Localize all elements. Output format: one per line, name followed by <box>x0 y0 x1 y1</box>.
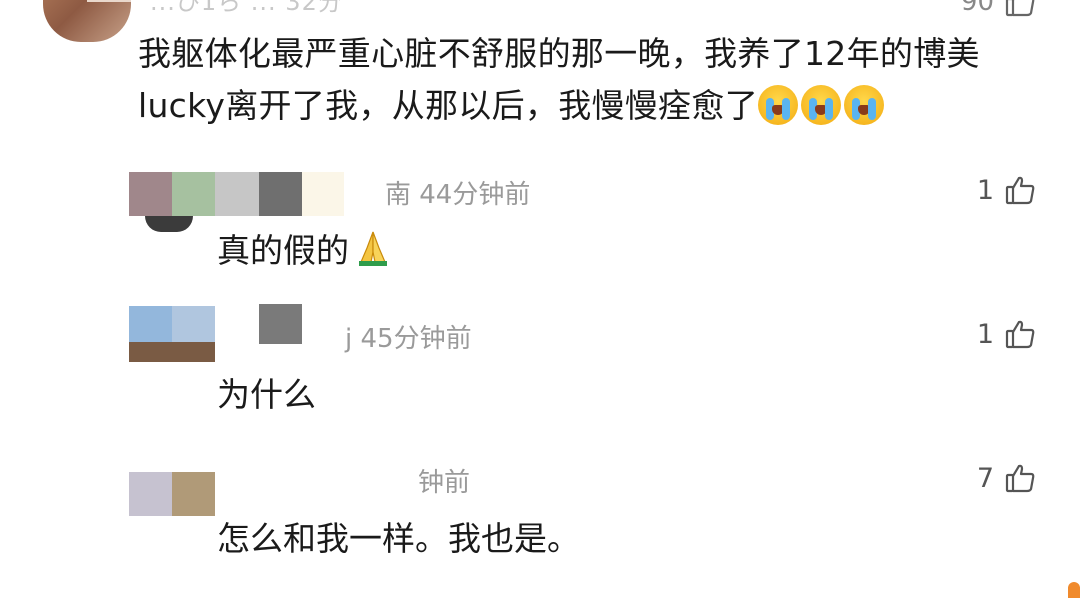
avatar[interactable] <box>43 0 131 42</box>
avatar[interactable] <box>129 306 215 366</box>
reply-meta: 南 44分钟前 <box>385 180 531 210</box>
thumbs-up-icon <box>1004 318 1036 350</box>
like-button[interactable]: 1 <box>977 174 1036 206</box>
comment-thread: ...ひ1ら ... 32分 90 我躯体化最严重心脏不舒服的那一晚，我养了12… <box>0 0 1080 598</box>
name-mosaic-block <box>215 172 259 216</box>
name-mosaic-block <box>259 172 302 216</box>
like-button[interactable]: 7 <box>977 462 1036 494</box>
avatar[interactable] <box>129 172 215 232</box>
name-mosaic-block <box>259 304 302 344</box>
avatar-mosaic-block <box>129 472 173 516</box>
like-count: 1 <box>976 318 994 350</box>
thumbs-up-icon <box>1004 174 1036 206</box>
avatar-mosaic-block <box>129 306 173 342</box>
comment-meta: ...ひ1ら ... 32分 <box>150 0 343 16</box>
folded-hands-icon <box>353 228 393 276</box>
comment-text: 我躯体化最严重心脏不舒服的那一晚，我养了12年的博美lucky离开了我，从那以后… <box>138 28 1058 132</box>
reply-meta: 钟前 <box>418 468 471 498</box>
floating-indicator[interactable] <box>1068 582 1080 598</box>
avatar-mosaic-block <box>172 472 215 516</box>
avatar-mosaic-block <box>129 342 215 362</box>
reply-body: 真的假的 <box>217 231 349 270</box>
like-count: 1 <box>976 174 994 206</box>
like-count: 7 <box>976 462 994 494</box>
avatar-mosaic-block <box>172 172 215 216</box>
crying-face-icon <box>801 85 841 125</box>
like-button[interactable]: 90 <box>961 0 1036 18</box>
avatar[interactable] <box>129 472 215 516</box>
thumbs-up-icon <box>1004 462 1036 494</box>
avatar-mosaic-block <box>172 306 215 342</box>
name-mosaic-block <box>302 172 344 216</box>
avatar-mosaic-block <box>87 0 131 2</box>
like-count: 90 <box>960 0 994 17</box>
avatar-face <box>145 216 193 232</box>
reply-text: 为什么 <box>217 375 316 414</box>
reply-meta: j 45分钟前 <box>345 324 472 354</box>
reply-text: 真的假的 <box>217 224 393 276</box>
crying-face-icon <box>758 85 798 125</box>
reply-text: 怎么和我一样。我也是。 <box>217 519 580 558</box>
avatar-mosaic-block <box>129 172 173 216</box>
thumbs-up-icon <box>1004 0 1036 18</box>
crying-face-icon <box>844 85 884 125</box>
like-button[interactable]: 1 <box>977 318 1036 350</box>
